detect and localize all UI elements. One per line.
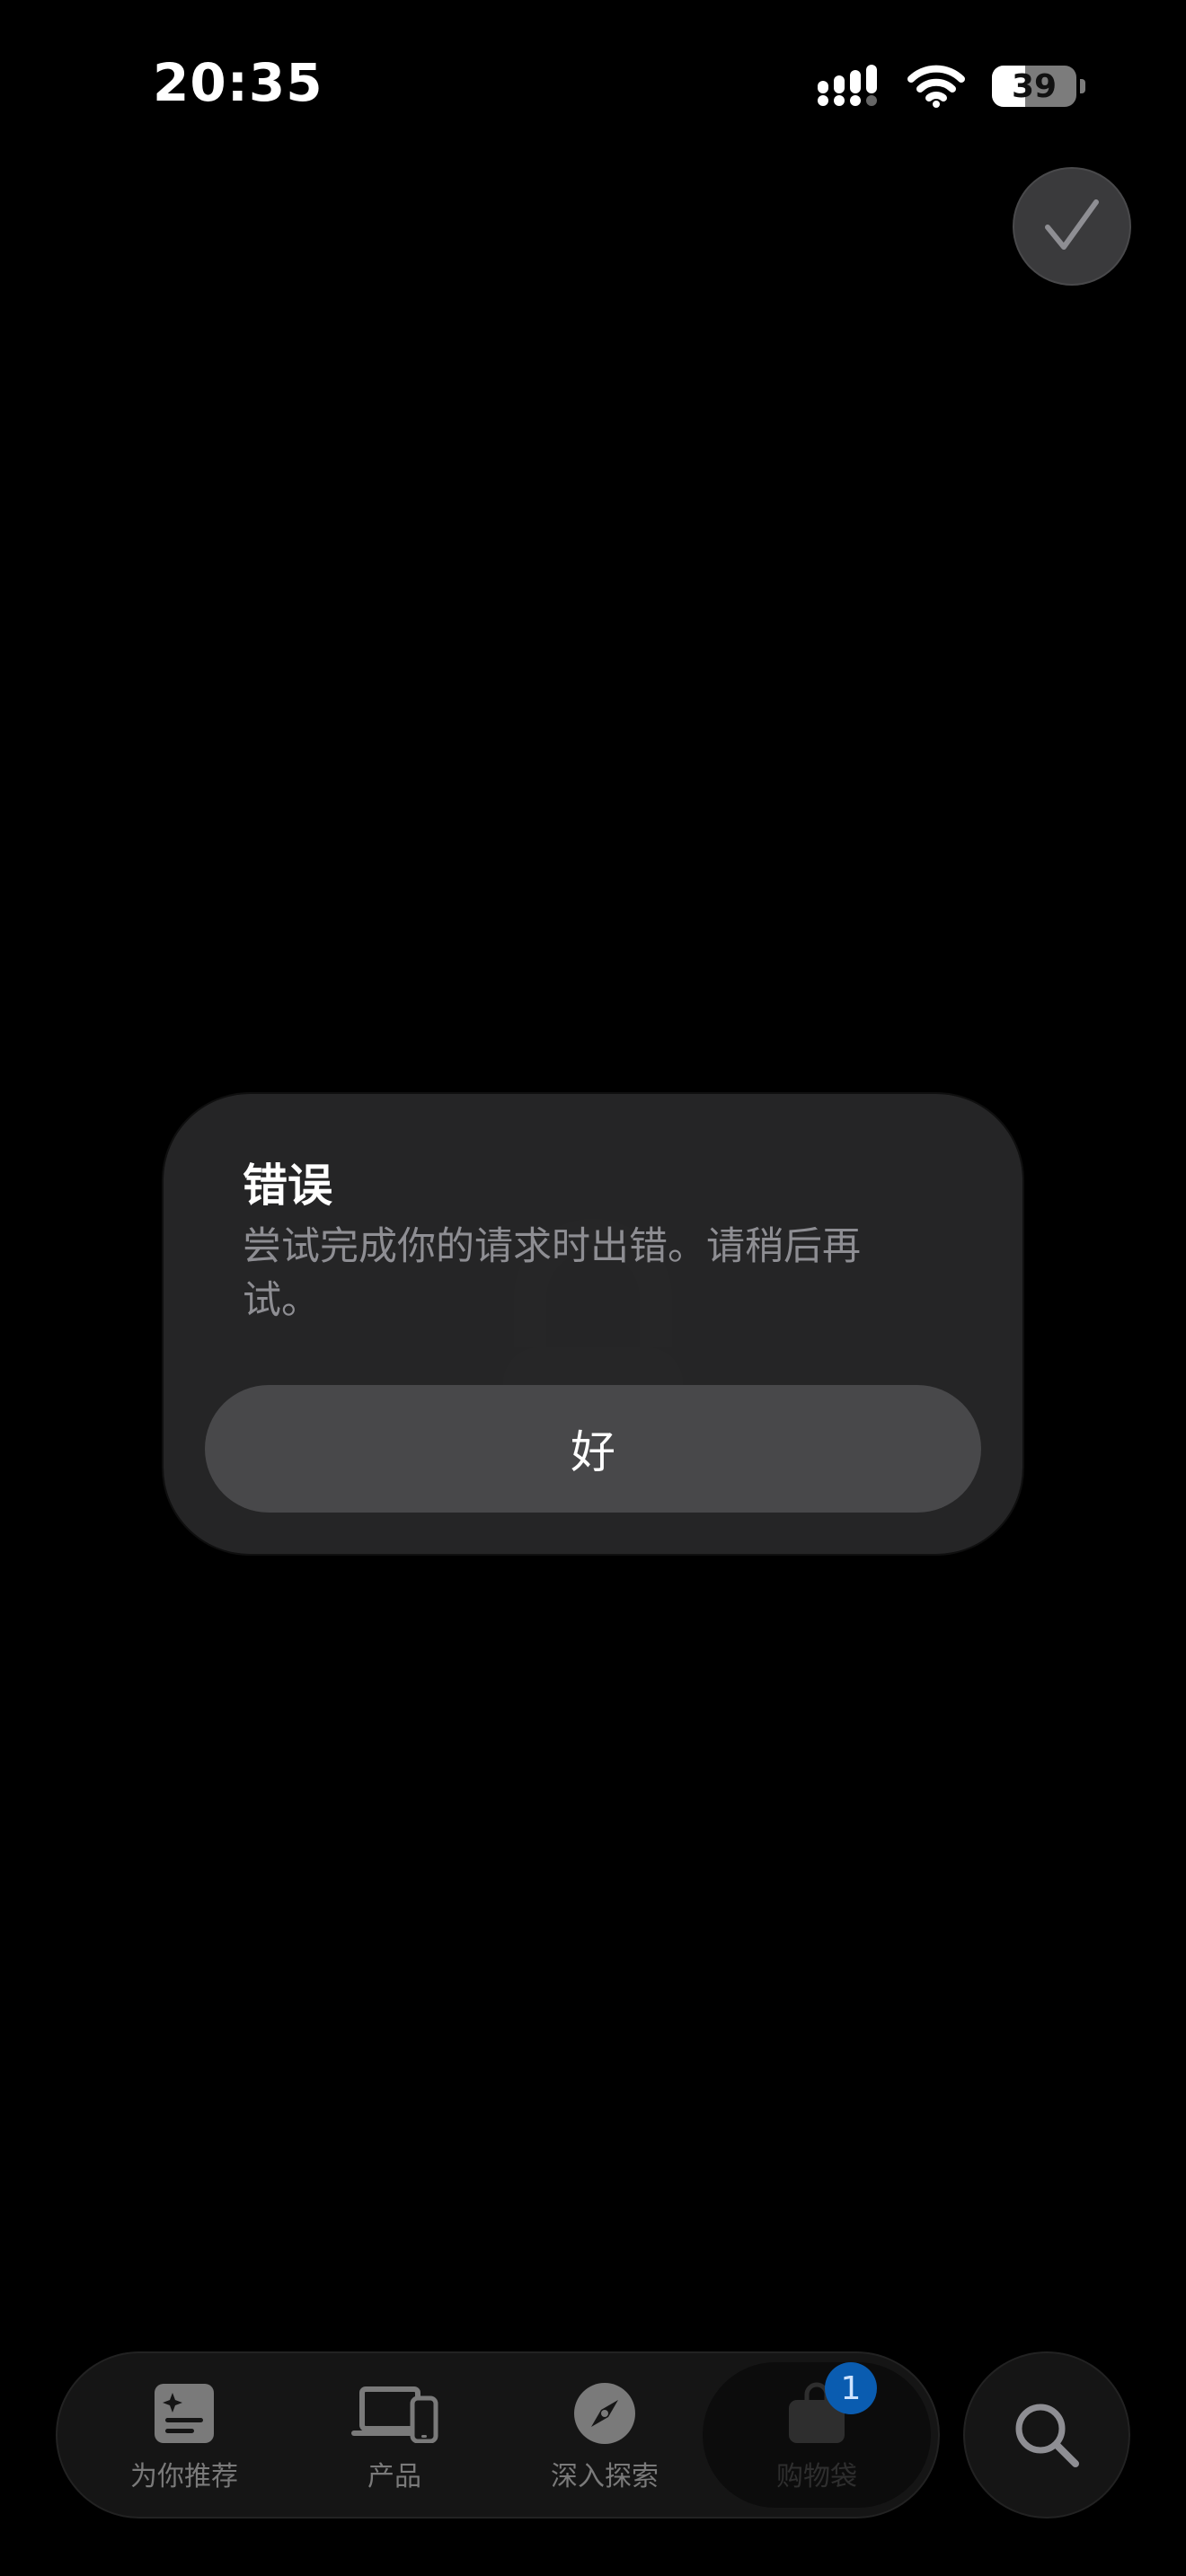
error-alert: 错误 尝试完成你的请求时出错。请稍后再试。 好: [164, 1094, 1022, 1554]
battery-icon: 39: [992, 66, 1076, 107]
tab-products[interactable]: 产品: [291, 2351, 498, 2519]
alert-title: 错误: [243, 1160, 332, 1212]
checkmark-icon: [1045, 199, 1099, 250]
search-button[interactable]: [963, 2351, 1130, 2519]
ok-button[interactable]: 好: [205, 1385, 981, 1513]
tab-bag[interactable]: 1 购物袋: [703, 2362, 931, 2508]
alert-message: 尝试完成你的请求时出错。请稍后再试。: [243, 1224, 861, 1323]
for-you-icon: [155, 2380, 214, 2447]
search-icon: [1015, 2404, 1079, 2467]
tab-for-you[interactable]: 为你推荐: [81, 2351, 288, 2519]
bag-count-badge: 1: [825, 2362, 877, 2414]
tab-label: 产品: [367, 2461, 421, 2492]
devices-icon: [350, 2380, 439, 2447]
cellular-signal-icon: [818, 65, 881, 108]
status-icons: 39: [818, 61, 1085, 111]
wifi-icon: [907, 65, 965, 108]
tab-label: 深入探索: [551, 2461, 659, 2492]
tab-label: 为你推荐: [130, 2461, 238, 2492]
compass-icon: [573, 2380, 636, 2447]
status-bar: 20:35 39: [0, 0, 1186, 162]
tab-label: 购物袋: [776, 2461, 857, 2492]
done-button[interactable]: [1013, 167, 1131, 286]
status-time: 20:35: [153, 52, 323, 113]
battery-level: 39: [1011, 67, 1058, 105]
tab-bar: 为你推荐 产品 深入探索 1 购物袋: [56, 2351, 940, 2519]
tab-explore[interactable]: 深入探索: [501, 2351, 708, 2519]
